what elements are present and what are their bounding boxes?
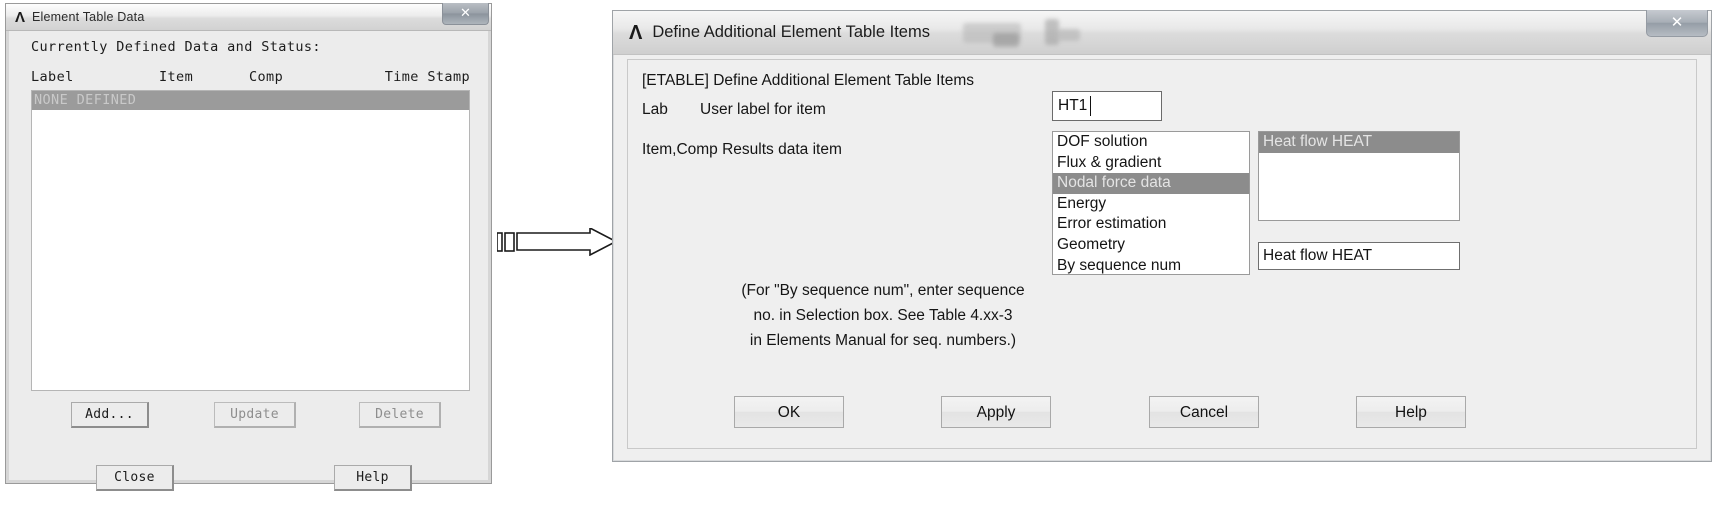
column-header-time-stamp: Time Stamp — [384, 69, 470, 85]
ansys-logo-icon: Λ — [15, 8, 26, 26]
etable-command-heading: [ETABLE] Define Additional Element Table… — [642, 72, 974, 89]
left-dialog-title: Element Table Data — [32, 10, 145, 24]
close-button[interactable]: Close — [96, 465, 174, 491]
list-item[interactable]: NONE DEFINED — [32, 91, 469, 110]
defined-data-listbox[interactable]: NONE DEFINED — [31, 90, 470, 391]
column-header-comp: Comp — [249, 69, 284, 85]
lab-label: Lab — [642, 101, 668, 118]
add-button[interactable]: Add... — [71, 402, 149, 428]
delete-button[interactable]: Delete — [359, 402, 441, 428]
close-icon[interactable]: ✕ — [442, 3, 489, 25]
defined-data-heading: Currently Defined Data and Status: — [31, 39, 321, 55]
column-header-label: Label — [31, 69, 74, 85]
column-header-item: Item — [159, 69, 194, 85]
help-button[interactable]: Help — [334, 465, 412, 491]
titlebar-artifact — [1058, 29, 1080, 41]
left-dialog-titlebar[interactable]: Λ Element Table Data ✕ — [6, 3, 491, 31]
note-line-1: (For "By sequence num", enter sequence — [741, 282, 1025, 299]
user-label-input[interactable] — [1052, 91, 1162, 121]
ansys-logo-icon: Λ — [629, 21, 643, 44]
titlebar-artifact — [993, 33, 1019, 47]
list-item-dof-solution[interactable]: DOF solution — [1053, 132, 1249, 153]
help-button[interactable]: Help — [1356, 396, 1466, 428]
list-item-geometry[interactable]: Geometry — [1053, 235, 1249, 256]
right-dialog-body: [ETABLE] Define Additional Element Table… — [627, 59, 1697, 449]
right-dialog-title: Define Additional Element Table Items — [652, 23, 930, 41]
ok-button[interactable]: OK — [734, 396, 844, 428]
right-dialog-titlebar[interactable]: Λ Define Additional Element Table Items … — [613, 10, 1711, 55]
titlebar-artifact — [1045, 19, 1059, 45]
selected-component-field[interactable]: Heat flow HEAT — [1258, 242, 1460, 270]
apply-button[interactable]: Apply — [941, 396, 1051, 428]
define-additional-element-table-items-dialog: Λ Define Additional Element Table Items … — [612, 10, 1712, 462]
close-icon[interactable]: ✕ — [1646, 10, 1708, 37]
note-line-3: in Elements Manual for seq. numbers.) — [749, 332, 1017, 349]
note-line-2: no. in Selection box. See Table 4.xx-3 — [753, 307, 1013, 324]
results-data-item-listbox[interactable]: DOF solution Flux & gradient Nodal force… — [1052, 131, 1250, 275]
cancel-button[interactable]: Cancel — [1149, 396, 1259, 428]
list-item-by-sequence-num[interactable]: By sequence num — [1053, 256, 1249, 274]
sequence-note: (For "By sequence num", enter sequence n… — [728, 278, 1038, 353]
list-item-energy[interactable]: Energy — [1053, 194, 1249, 215]
element-table-data-dialog: Λ Element Table Data ✕ Currently Defined… — [5, 3, 492, 491]
lab-description: User label for item — [700, 101, 826, 118]
update-button[interactable]: Update — [214, 402, 296, 428]
item-comp-label: Item,Comp Results data item — [642, 141, 842, 158]
list-item-nodal-force-data[interactable]: Nodal force data — [1053, 173, 1249, 194]
list-item-heat-flow[interactable]: Heat flow HEAT — [1259, 132, 1459, 153]
list-item-flux-gradient[interactable]: Flux & gradient — [1053, 153, 1249, 174]
left-dialog-body: Currently Defined Data and Status: Label… — [9, 31, 488, 491]
text-caret — [1090, 96, 1091, 116]
component-listbox[interactable]: Heat flow HEAT — [1258, 131, 1460, 221]
right-arrow-icon — [497, 228, 617, 256]
table-column-headers: Label Item Comp Time Stamp — [31, 69, 470, 85]
list-item-error-estimation[interactable]: Error estimation — [1053, 214, 1249, 235]
